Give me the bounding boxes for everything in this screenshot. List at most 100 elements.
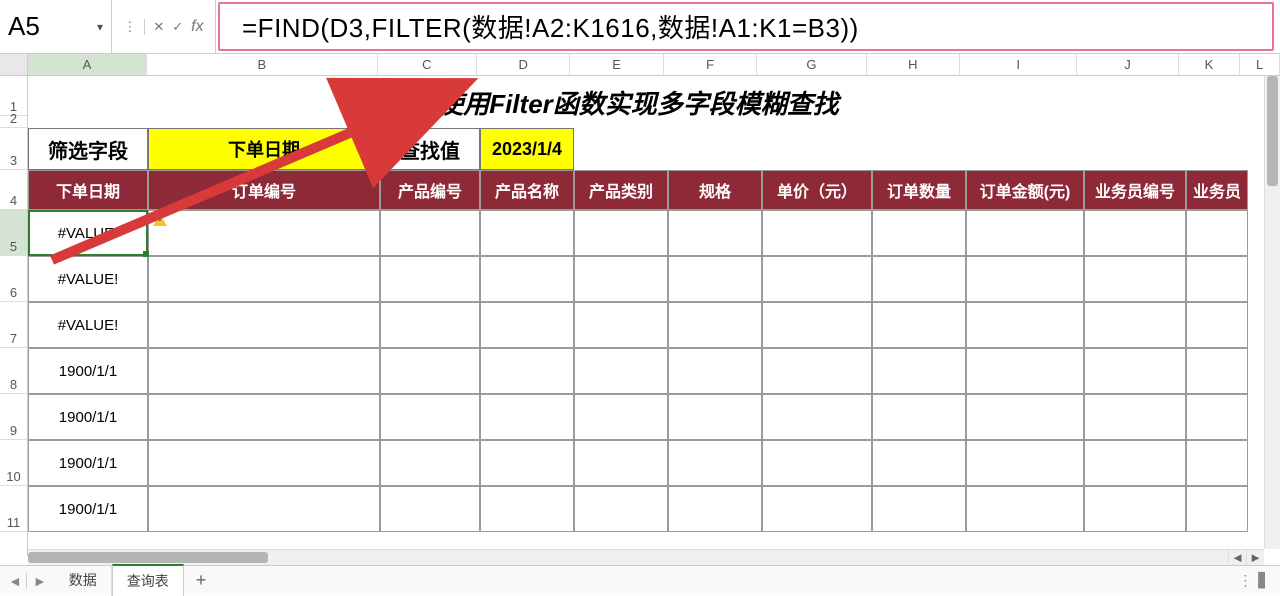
header-8[interactable]: 订单金额(元): [966, 170, 1084, 210]
data-cell-r8-c9[interactable]: [1084, 348, 1186, 394]
data-cell-r8-c10[interactable]: [1186, 348, 1248, 394]
data-cell-r9-c1[interactable]: [148, 394, 380, 440]
data-cell-r10-c1[interactable]: [148, 440, 380, 486]
formula-menu-icon[interactable]: ⋮: [123, 19, 145, 35]
data-cell-r5-c3[interactable]: [480, 210, 574, 256]
add-sheet-button[interactable]: +: [184, 570, 219, 591]
data-cell-r7-c8[interactable]: [966, 302, 1084, 348]
data-cell-r9-c6[interactable]: [762, 394, 872, 440]
hscroll-right-icon[interactable]: ►: [1246, 550, 1264, 565]
header-1[interactable]: 订单编号: [148, 170, 380, 210]
fx-icon[interactable]: fx: [191, 18, 203, 36]
vertical-scrollbar[interactable]: [1264, 76, 1280, 549]
hscroll-left-icon[interactable]: ◄: [1228, 550, 1246, 565]
data-cell-r10-c6[interactable]: [762, 440, 872, 486]
header-9[interactable]: 业务员编号: [1084, 170, 1186, 210]
col-head-C[interactable]: C: [378, 54, 477, 75]
data-cell-r9-c10[interactable]: [1186, 394, 1248, 440]
data-cell-r7-c2[interactable]: [380, 302, 480, 348]
data-cell-r9-c4[interactable]: [574, 394, 668, 440]
row-head-3[interactable]: 3: [0, 128, 27, 170]
data-cell-r8-c8[interactable]: [966, 348, 1084, 394]
header-3[interactable]: 产品名称: [480, 170, 574, 210]
filter-field-value[interactable]: 下单日期: [148, 128, 380, 170]
col-head-I[interactable]: I: [960, 54, 1077, 75]
data-cell-r6-c2[interactable]: [380, 256, 480, 302]
sheet-tab-0[interactable]: 数据: [55, 565, 112, 596]
data-cell-r9-c0[interactable]: 1900/1/1: [28, 394, 148, 440]
data-cell-r8-c2[interactable]: [380, 348, 480, 394]
row-head-10[interactable]: 10: [0, 440, 27, 486]
data-cell-r11-c9[interactable]: [1084, 486, 1186, 532]
data-cell-r10-c5[interactable]: [668, 440, 762, 486]
data-cell-r5-c1[interactable]: [148, 210, 380, 256]
data-cell-r7-c6[interactable]: [762, 302, 872, 348]
data-cell-r5-c4[interactable]: [574, 210, 668, 256]
col-head-D[interactable]: D: [477, 54, 570, 75]
name-box-dropdown-icon[interactable]: ▾: [97, 20, 103, 34]
data-cell-r10-c4[interactable]: [574, 440, 668, 486]
data-cell-r10-c3[interactable]: [480, 440, 574, 486]
col-head-J[interactable]: J: [1077, 54, 1178, 75]
data-cell-r11-c7[interactable]: [872, 486, 966, 532]
data-cell-r6-c0[interactable]: #VALUE!: [28, 256, 148, 302]
data-cell-r11-c4[interactable]: [574, 486, 668, 532]
data-cell-r10-c10[interactable]: [1186, 440, 1248, 486]
data-cell-r6-c7[interactable]: [872, 256, 966, 302]
sheet-tab-1[interactable]: 查询表: [112, 564, 184, 596]
filter-field-label[interactable]: 筛选字段: [28, 128, 148, 170]
select-all-corner[interactable]: [0, 54, 28, 75]
tab-prev-icon[interactable]: ◄: [8, 573, 27, 589]
data-cell-r7-c10[interactable]: [1186, 302, 1248, 348]
row-head-4[interactable]: 4: [0, 170, 27, 210]
col-head-G[interactable]: G: [757, 54, 866, 75]
data-cell-r11-c1[interactable]: [148, 486, 380, 532]
row-head-11[interactable]: 11: [0, 486, 27, 532]
header-6[interactable]: 单价（元）: [762, 170, 872, 210]
col-head-K[interactable]: K: [1179, 54, 1241, 75]
data-cell-r11-c0[interactable]: 1900/1/1: [28, 486, 148, 532]
data-cell-r5-c9[interactable]: [1084, 210, 1186, 256]
data-cell-r11-c10[interactable]: [1186, 486, 1248, 532]
tab-next-icon[interactable]: ►: [33, 573, 47, 589]
error-warning-icon[interactable]: !: [152, 212, 168, 228]
data-cell-r8-c3[interactable]: [480, 348, 574, 394]
formula-input[interactable]: =FIND(D3,FILTER(数据!A2:K1616,数据!A1:K1=B3)…: [242, 8, 859, 45]
row-head-7[interactable]: 7: [0, 302, 27, 348]
data-cell-r8-c7[interactable]: [872, 348, 966, 394]
header-5[interactable]: 规格: [668, 170, 762, 210]
data-cell-r9-c7[interactable]: [872, 394, 966, 440]
lookup-label[interactable]: 查找值: [380, 128, 480, 170]
col-head-L[interactable]: L: [1240, 54, 1280, 75]
data-cell-r6-c3[interactable]: [480, 256, 574, 302]
formula-input-container[interactable]: =FIND(D3,FILTER(数据!A2:K1616,数据!A1:K1=B3)…: [218, 2, 1274, 51]
data-cell-r9-c2[interactable]: [380, 394, 480, 440]
row-head-9[interactable]: 9: [0, 394, 27, 440]
row-head-2[interactable]: 2: [0, 116, 27, 128]
row-head-8[interactable]: 8: [0, 348, 27, 394]
header-4[interactable]: 产品类别: [574, 170, 668, 210]
data-cell-r11-c5[interactable]: [668, 486, 762, 532]
data-cell-r10-c7[interactable]: [872, 440, 966, 486]
data-cell-r7-c3[interactable]: [480, 302, 574, 348]
data-cell-r7-c9[interactable]: [1084, 302, 1186, 348]
data-cell-r9-c8[interactable]: [966, 394, 1084, 440]
data-cell-r11-c6[interactable]: [762, 486, 872, 532]
name-box-container[interactable]: A5 ▾: [0, 0, 112, 53]
data-cell-r9-c3[interactable]: [480, 394, 574, 440]
lookup-value[interactable]: 2023/1/4: [480, 128, 574, 170]
data-cell-r7-c1[interactable]: [148, 302, 380, 348]
col-head-F[interactable]: F: [664, 54, 757, 75]
data-cell-r6-c8[interactable]: [966, 256, 1084, 302]
data-cell-r11-c8[interactable]: [966, 486, 1084, 532]
data-cell-r5-c10[interactable]: [1186, 210, 1248, 256]
data-cell-r7-c5[interactable]: [668, 302, 762, 348]
vscroll-thumb[interactable]: [1267, 76, 1278, 186]
data-cell-r10-c0[interactable]: 1900/1/1: [28, 440, 148, 486]
header-7[interactable]: 订单数量: [872, 170, 966, 210]
data-cell-r8-c5[interactable]: [668, 348, 762, 394]
col-head-A[interactable]: A: [28, 54, 147, 75]
row-head-6[interactable]: 6: [0, 256, 27, 302]
data-cell-r7-c7[interactable]: [872, 302, 966, 348]
tab-menu-icon[interactable]: ⋮ ▋: [1228, 572, 1280, 589]
